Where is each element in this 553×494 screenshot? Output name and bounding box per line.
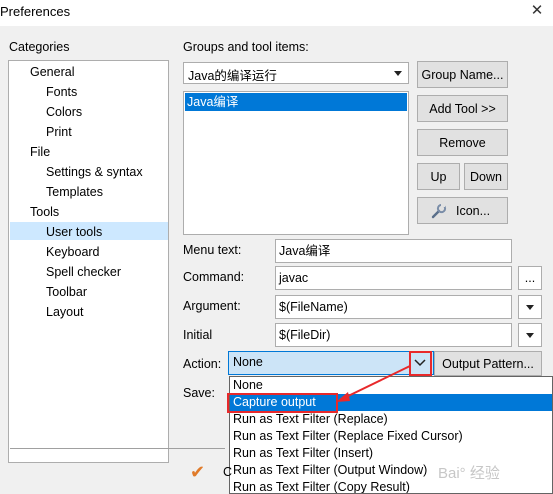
tree-item[interactable]: Toolbar: [46, 283, 87, 301]
argument-dropdown-icon: [526, 304, 534, 310]
initial-field[interactable]: $(FileDir): [275, 323, 512, 347]
categories-tree[interactable]: General Fonts Colors Print File Settings & sy…: [8, 60, 169, 463]
tree-item[interactable]: Keyboard: [46, 243, 100, 261]
dropdown-option[interactable]: Run as Text Filter (Output Window): [230, 462, 552, 479]
tree-item[interactable]: Settings & syntax: [46, 163, 143, 181]
group-combo[interactable]: Java的编译运行: [183, 62, 409, 84]
tree-item[interactable]: Print: [46, 123, 72, 141]
checkmark-icon: ✔: [190, 462, 206, 482]
action-combo-value: None: [233, 355, 263, 369]
up-button[interactable]: Up: [417, 163, 460, 190]
annotation-arrow: [336, 365, 411, 402]
watermark-text: Bai° 经验: [438, 465, 500, 482]
action-label: Action:: [183, 357, 222, 371]
tree-item[interactable]: Colors: [46, 103, 82, 121]
categories-label: Categories: [9, 40, 70, 54]
menu-text-field[interactable]: Java编译: [275, 239, 512, 263]
initial-label: Initial: [183, 328, 213, 342]
icon-button-label: Icon...: [456, 203, 491, 218]
list-item[interactable]: Java编译: [185, 93, 407, 111]
tool-items-list[interactable]: Java编译: [183, 91, 409, 235]
command-field[interactable]: javac: [275, 266, 512, 290]
command-browse-button[interactable]: ...: [518, 266, 542, 290]
tree-item[interactable]: General: [30, 63, 74, 81]
dropdown-option[interactable]: Run as Text Filter (Replace): [230, 411, 552, 428]
menu-text-label: Menu text:: [183, 243, 242, 257]
argument-label: Argument:: [183, 299, 241, 313]
tree-item[interactable]: Templates: [46, 183, 103, 201]
output-pattern-button[interactable]: Output Pattern...: [434, 351, 542, 376]
groups-label: Groups and tool items:: [183, 40, 309, 54]
annotation-highlight-box: [227, 393, 338, 413]
group-name-button[interactable]: Group Name...: [417, 61, 508, 88]
tree-item[interactable]: Tools: [30, 203, 59, 221]
add-tool-button[interactable]: Add Tool >>: [417, 95, 508, 122]
tree-item[interactable]: User tools: [46, 223, 102, 241]
dropdown-option[interactable]: Run as Text Filter (Insert): [230, 445, 552, 462]
dropdown-option[interactable]: Run as Text Filter (Replace Fixed Cursor…: [230, 428, 552, 445]
icon-button[interactable]: Icon...: [417, 197, 508, 224]
footer-separator: [10, 448, 225, 449]
close-icon[interactable]: ✕: [526, 1, 548, 21]
tree-item[interactable]: File: [30, 143, 50, 161]
tree-item[interactable]: Fonts: [46, 83, 77, 101]
tree-item[interactable]: Layout: [46, 303, 84, 321]
down-button[interactable]: Down: [464, 163, 508, 190]
wrench-icon: [430, 202, 448, 220]
group-combo-value: Java的编译运行: [188, 69, 277, 83]
argument-field[interactable]: $(FileName): [275, 295, 512, 319]
dropdown-option[interactable]: Run as Text Filter (Copy Result): [230, 479, 552, 493]
command-label: Command:: [183, 270, 245, 284]
initial-dropdown-button[interactable]: [518, 323, 542, 347]
initial-dropdown-icon: [526, 332, 534, 338]
save-label: Save:: [183, 386, 215, 400]
tree-item[interactable]: Spell checker: [46, 263, 121, 281]
window-title: Preferences: [0, 4, 71, 19]
remove-button[interactable]: Remove: [417, 129, 508, 156]
title-bar: Preferences ✕: [0, 0, 553, 26]
footer-partial-label: C: [223, 465, 233, 479]
chevron-down-icon[interactable]: [388, 63, 408, 83]
argument-dropdown-button[interactable]: [518, 295, 542, 319]
